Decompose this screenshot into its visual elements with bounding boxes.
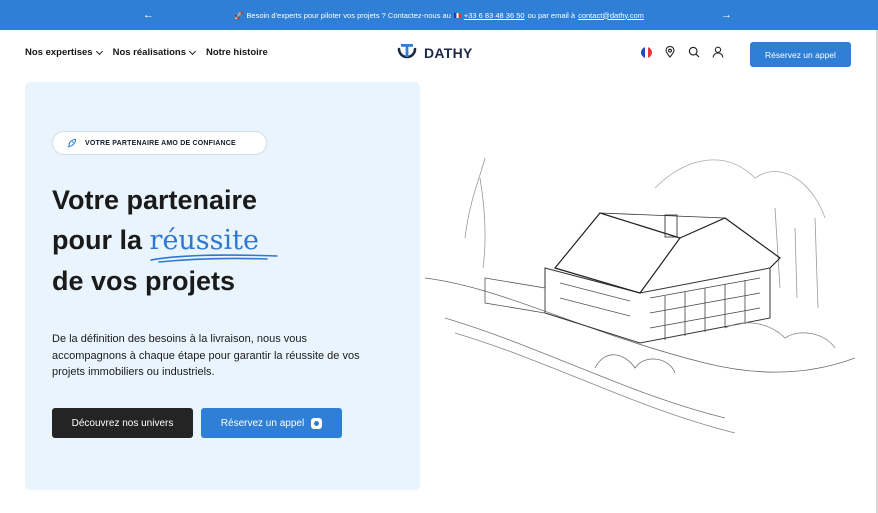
language-selector[interactable] [640,46,652,58]
next-arrow-icon[interactable]: → [721,7,732,23]
search-icon[interactable] [688,46,700,58]
title-line-3: de vos projets [52,266,236,296]
discover-universes-button[interactable]: Découvrez nos univers [52,408,193,438]
france-flag-icon [453,12,461,18]
nav-item-label: Nos réalisations [112,47,186,58]
hero-panel: VOTRE PARTENAIRE AMO DE CONFIANCE Votre … [25,82,420,490]
chevron-down-icon [95,47,103,55]
trust-badge: VOTRE PARTENAIRE AMO DE CONFIANCE [52,131,267,155]
hero-title: Votre partenaire pour la réussite de vos… [52,180,412,301]
hero-description: De la définition des besoins à la livrai… [52,333,360,378]
site-header: Nos expertises Nos réalisations Notre hi… [0,30,878,78]
announcement-text-mid: ou par email à [527,10,576,20]
title-line-2-text: pour la [52,225,143,255]
book-call-button[interactable]: Réservez un appel [750,42,851,67]
nav-item-realisations[interactable]: Nos réalisations [112,47,197,58]
record-icon [311,417,323,429]
logo-mark-icon [397,44,417,59]
title-line-1: Votre partenaire [52,185,258,215]
underline-swash-icon [149,254,278,263]
announcement-message: 🚀 Besoin d'experts pour piloter vos proj… [234,11,644,20]
previous-arrow-icon[interactable]: ← [143,7,154,23]
dathy-logo[interactable]: DATHY [395,43,473,63]
nav-item-label: Notre histoire [205,47,268,58]
rocket-icon: 🚀 [234,10,244,20]
map-pin-icon[interactable] [664,46,676,58]
nav-item-label: Nos expertises [25,47,93,58]
header-tools [640,46,724,58]
main-nav: Nos expertises Nos réalisations Notre hi… [25,47,268,58]
book-call-hero-button[interactable]: Réservez un appel [201,408,342,438]
announcement-bar: ← 🚀 Besoin d'experts pour piloter vos pr… [0,0,878,30]
book-call-hero-label: Réservez un appel [220,417,305,429]
house-sketch-illustration [425,157,855,434]
chevron-down-icon [188,47,197,55]
rocket-icon [67,138,77,148]
nav-item-histoire[interactable]: Notre histoire [206,47,268,58]
phone-link[interactable]: +33 6 83 48 36 50 [464,11,525,20]
title-highlight: réussite [150,221,278,263]
title-line-2: pour la réussite [52,220,412,263]
nav-item-expertises[interactable]: Nos expertises [25,47,103,58]
badge-text: VOTRE PARTENAIRE AMO DE CONFIANCE [85,139,236,147]
announcement-text: Besoin d'experts pour piloter vos projet… [246,10,451,20]
email-link[interactable]: contact@dathy.com [578,11,644,20]
user-icon[interactable] [712,46,724,58]
france-flag-icon [640,46,652,58]
logo-text: DATHY [424,45,473,61]
